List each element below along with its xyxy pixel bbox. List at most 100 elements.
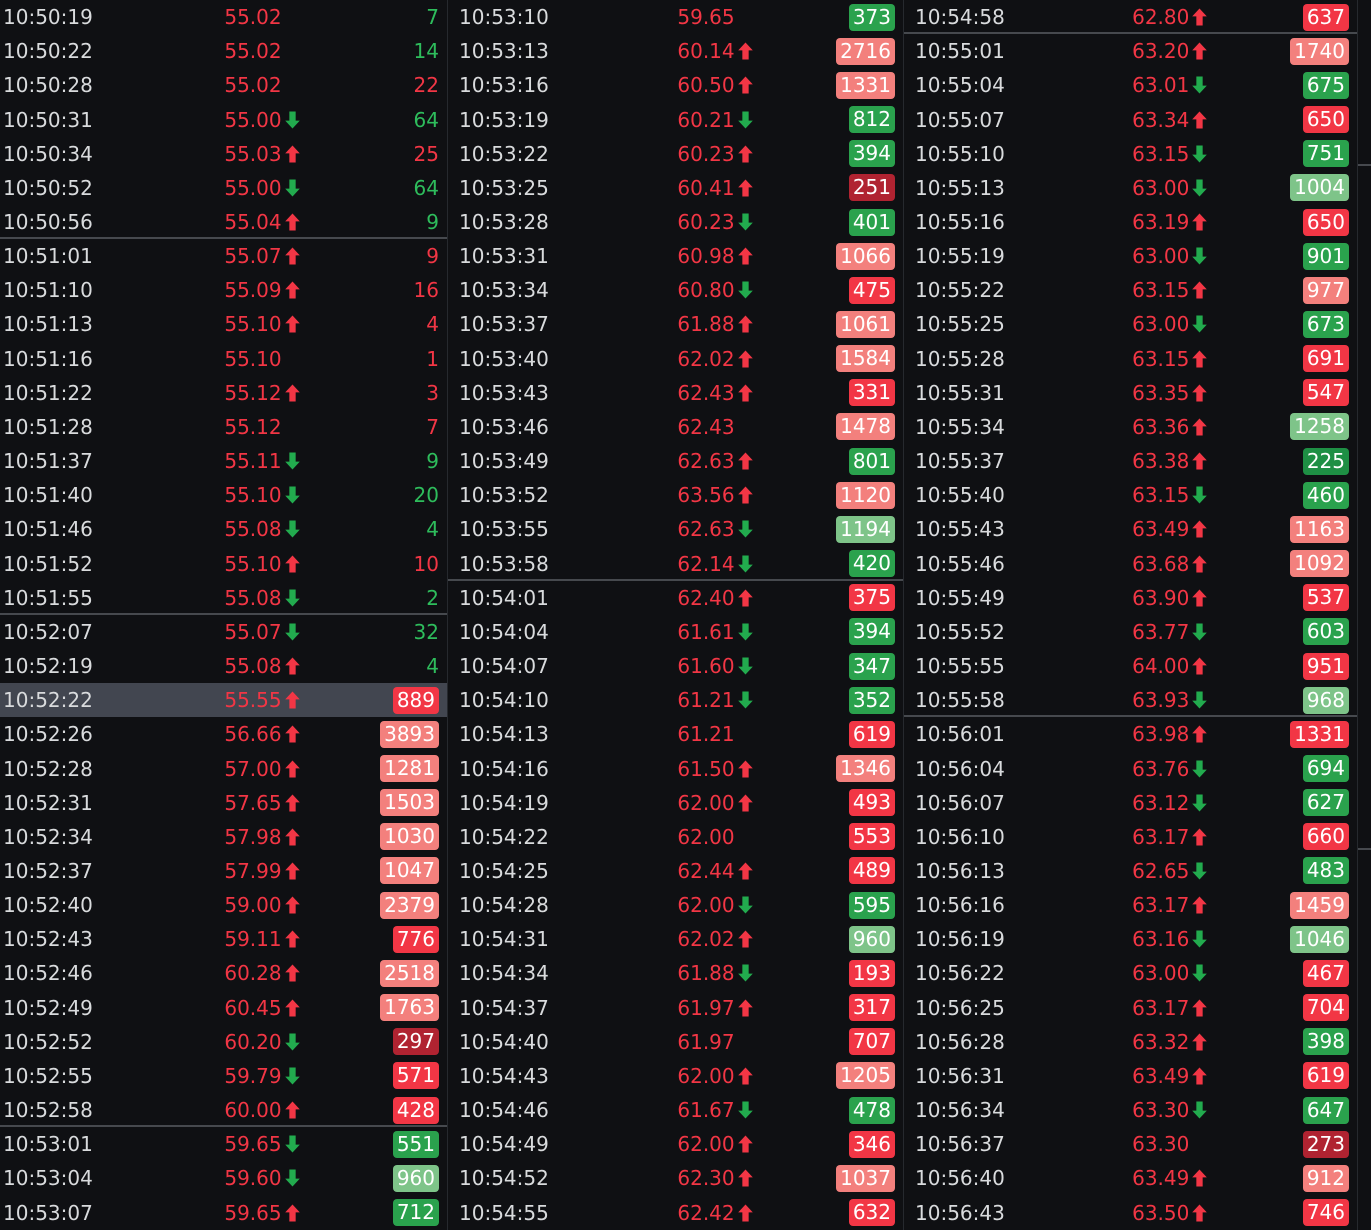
trade-row[interactable]: 10:54:37 61.97 317 <box>448 991 903 1025</box>
trade-row[interactable]: 10:53:43 62.43 331 <box>448 376 903 410</box>
trade-row[interactable]: 10:50:52 55.00 64 <box>0 171 447 205</box>
trade-row[interactable]: 10:51:46 55.08 4 <box>0 512 447 546</box>
trade-row[interactable]: 10:51:16 55.10 1 <box>0 342 447 376</box>
trade-row[interactable]: 10:51:40 55.10 20 <box>0 478 447 512</box>
trade-row[interactable]: 10:56:31 63.49 619 <box>904 1059 1357 1093</box>
trade-row[interactable]: 10:54:19 62.00 493 <box>448 786 903 820</box>
trade-row[interactable]: 10:54:13 61.21 619 <box>448 717 903 751</box>
trade-row[interactable]: 10:55:58 63.93 968 <box>904 683 1357 717</box>
trade-row[interactable]: 10:54:52 62.30 1037 <box>448 1161 903 1195</box>
trade-row[interactable]: 10:56:28 63.32 398 <box>904 1025 1357 1059</box>
trade-row[interactable]: 10:53:55 62.63 1194 <box>448 512 903 546</box>
trade-row[interactable]: 10:56:40 63.49 912 <box>904 1161 1357 1195</box>
trade-row[interactable]: 10:56:13 62.65 483 <box>904 854 1357 888</box>
trade-row[interactable]: 10:53:28 60.23 401 <box>448 205 903 239</box>
trade-row[interactable]: 10:53:22 60.23 394 <box>448 137 903 171</box>
trade-row[interactable]: 10:51:01 55.07 9 <box>0 239 447 273</box>
trade-row[interactable]: 10:56:25 63.17 704 <box>904 991 1357 1025</box>
trade-row[interactable]: 10:56:01 63.98 1331 <box>904 717 1357 751</box>
trade-row[interactable]: 10:53:13 60.14 2716 <box>448 34 903 68</box>
trade-row[interactable]: 10:56:22 63.00 467 <box>904 956 1357 990</box>
trade-row[interactable]: 10:52:58 60.00 428 <box>0 1093 447 1127</box>
trade-row[interactable]: 10:53:19 60.21 812 <box>448 102 903 136</box>
trade-row[interactable]: 10:55:31 63.35 547 <box>904 376 1357 410</box>
trade-row[interactable]: 10:53:31 60.98 1066 <box>448 239 903 273</box>
trade-row[interactable]: 10:54:46 61.67 478 <box>448 1093 903 1127</box>
trade-row[interactable]: 10:52:22 55.55 889 <box>0 683 447 717</box>
trade-row[interactable]: 10:54:25 62.44 489 <box>448 854 903 888</box>
trade-row[interactable]: 10:56:07 63.12 627 <box>904 786 1357 820</box>
trade-row[interactable]: 10:54:04 61.61 394 <box>448 615 903 649</box>
trade-row[interactable]: 10:55:13 63.00 1004 <box>904 171 1357 205</box>
trade-row[interactable]: 10:53:10 59.65 373 <box>448 0 903 34</box>
trade-row[interactable]: 10:52:28 57.00 1281 <box>0 751 447 785</box>
trade-row[interactable]: 10:53:40 62.02 1584 <box>448 342 903 376</box>
trade-row[interactable]: 10:54:55 62.42 632 <box>448 1195 903 1229</box>
trade-row[interactable]: 10:55:43 63.49 1163 <box>904 512 1357 546</box>
trade-row[interactable]: 10:56:16 63.17 1459 <box>904 888 1357 922</box>
trade-row[interactable]: 10:53:52 63.56 1120 <box>448 478 903 512</box>
trade-row[interactable]: 10:52:31 57.65 1503 <box>0 786 447 820</box>
trade-row[interactable]: 10:56:43 63.50 746 <box>904 1195 1357 1229</box>
trade-row[interactable]: 10:54:28 62.00 595 <box>448 888 903 922</box>
trade-row[interactable]: 10:52:07 55.07 32 <box>0 615 447 649</box>
trade-row[interactable]: 10:54:58 62.80 637 <box>904 0 1357 34</box>
trade-row[interactable]: 10:51:13 55.10 4 <box>0 307 447 341</box>
trade-row[interactable]: 10:50:56 55.04 9 <box>0 205 447 239</box>
trade-row[interactable]: 10:55:04 63.01 675 <box>904 68 1357 102</box>
trade-row[interactable]: 10:54:01 62.40 375 <box>448 581 903 615</box>
trade-row[interactable]: 10:55:34 63.36 1258 <box>904 410 1357 444</box>
trade-row[interactable]: 10:55:55 64.00 951 <box>904 649 1357 683</box>
trade-row[interactable]: 10:56:10 63.17 660 <box>904 820 1357 854</box>
trade-row[interactable]: 10:51:22 55.12 3 <box>0 376 447 410</box>
trade-row[interactable]: 10:51:52 55.10 10 <box>0 547 447 581</box>
trade-row[interactable]: 10:54:43 62.00 1205 <box>448 1059 903 1093</box>
trade-row[interactable]: 10:55:07 63.34 650 <box>904 102 1357 136</box>
trade-row[interactable]: 10:50:19 55.02 7 <box>0 0 447 34</box>
trade-row[interactable]: 10:52:40 59.00 2379 <box>0 888 447 922</box>
trade-row[interactable]: 10:53:37 61.88 1061 <box>448 307 903 341</box>
trade-row[interactable]: 10:55:19 63.00 901 <box>904 239 1357 273</box>
trade-row[interactable]: 10:52:26 56.66 3893 <box>0 717 447 751</box>
trade-row[interactable]: 10:56:34 63.30 647 <box>904 1093 1357 1127</box>
trade-row[interactable]: 10:54:34 61.88 193 <box>448 956 903 990</box>
trade-row[interactable]: 10:52:19 55.08 4 <box>0 649 447 683</box>
trade-row[interactable]: 10:50:28 55.02 22 <box>0 68 447 102</box>
trade-row[interactable]: 10:52:55 59.79 571 <box>0 1059 447 1093</box>
trade-row[interactable]: 10:54:16 61.50 1346 <box>448 751 903 785</box>
trade-row[interactable]: 10:55:46 63.68 1092 <box>904 547 1357 581</box>
trade-row[interactable]: 10:53:46 62.43 1478 <box>448 410 903 444</box>
trade-row[interactable]: 10:53:58 62.14 420 <box>448 547 903 581</box>
trade-row[interactable]: 10:55:10 63.15 751 <box>904 137 1357 171</box>
trade-row[interactable]: 10:53:49 62.63 801 <box>448 444 903 478</box>
trade-row[interactable]: 10:52:43 59.11 776 <box>0 922 447 956</box>
trade-row[interactable]: 10:51:55 55.08 2 <box>0 581 447 615</box>
trade-row[interactable]: 10:55:28 63.15 691 <box>904 342 1357 376</box>
trade-row[interactable]: 10:53:01 59.65 551 <box>0 1127 447 1161</box>
trade-row[interactable]: 10:53:34 60.80 475 <box>448 273 903 307</box>
trade-row[interactable]: 10:53:16 60.50 1331 <box>448 68 903 102</box>
trade-row[interactable]: 10:53:04 59.60 960 <box>0 1161 447 1195</box>
trade-row[interactable]: 10:55:49 63.90 537 <box>904 581 1357 615</box>
trade-row[interactable]: 10:54:40 61.97 707 <box>448 1025 903 1059</box>
trade-row[interactable]: 10:55:01 63.20 1740 <box>904 34 1357 68</box>
trade-row[interactable]: 10:50:22 55.02 14 <box>0 34 447 68</box>
trade-row[interactable]: 10:54:10 61.21 352 <box>448 683 903 717</box>
trade-row[interactable]: 10:55:22 63.15 977 <box>904 273 1357 307</box>
trade-row[interactable]: 10:55:37 63.38 225 <box>904 444 1357 478</box>
trade-row[interactable]: 10:51:28 55.12 7 <box>0 410 447 444</box>
trade-row[interactable]: 10:55:16 63.19 650 <box>904 205 1357 239</box>
trade-row[interactable]: 10:56:19 63.16 1046 <box>904 922 1357 956</box>
trade-row[interactable]: 10:50:31 55.00 64 <box>0 102 447 136</box>
trade-row[interactable]: 10:54:22 62.00 553 <box>448 820 903 854</box>
trade-row[interactable]: 10:54:31 62.02 960 <box>448 922 903 956</box>
trade-row[interactable]: 10:51:10 55.09 16 <box>0 273 447 307</box>
trade-row[interactable]: 10:54:07 61.60 347 <box>448 649 903 683</box>
trade-row[interactable]: 10:54:49 62.00 346 <box>448 1127 903 1161</box>
trade-row[interactable]: 10:52:52 60.20 297 <box>0 1025 447 1059</box>
trade-row[interactable]: 10:50:34 55.03 25 <box>0 137 447 171</box>
trade-row[interactable]: 10:51:37 55.11 9 <box>0 444 447 478</box>
trade-row[interactable]: 10:55:52 63.77 603 <box>904 615 1357 649</box>
trade-row[interactable]: 10:56:04 63.76 694 <box>904 751 1357 785</box>
trade-row[interactable]: 10:52:34 57.98 1030 <box>0 820 447 854</box>
